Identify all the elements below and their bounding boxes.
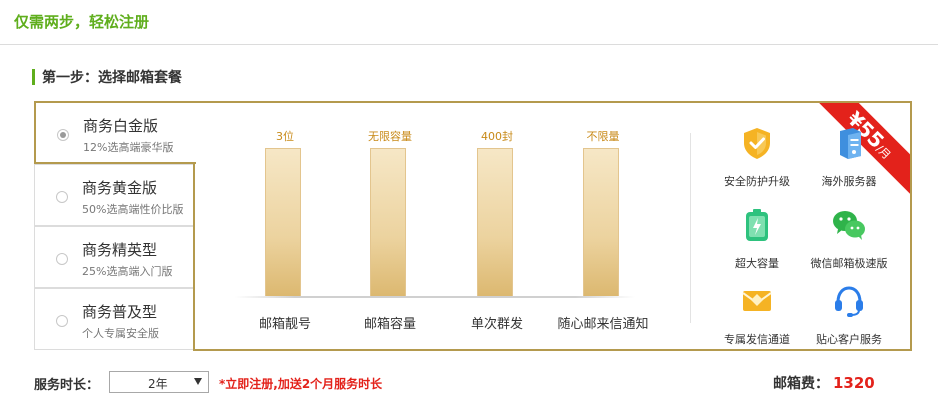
bar	[477, 148, 513, 296]
step1-heading: 第一步：选择邮箱套餐	[32, 68, 182, 86]
plan-list: 商务白金版 12%选高端豪华版 商务黄金版 50%选高端性价比版 商务精英型 2…	[34, 101, 196, 351]
chart-column: 3位 邮箱靓号	[245, 103, 325, 349]
plan-option-gold[interactable]: 商务黄金版 50%选高端性价比版	[34, 164, 194, 226]
feature-capacity: 超大容量	[707, 207, 807, 271]
bar-value-label: 3位	[276, 130, 294, 143]
battery-icon	[746, 209, 768, 241]
plan-desc: 50%选高端性价比版	[82, 203, 184, 216]
page-title: 仅需两步，轻松注册	[14, 13, 150, 31]
bar-category-label: 随心邮来信通知	[557, 317, 649, 332]
chart-column: 无限容量 邮箱容量	[350, 103, 430, 349]
bar-value-label: 无限容量	[368, 130, 412, 143]
server-icon	[840, 128, 861, 159]
feature-label: 海外服务器	[821, 175, 877, 188]
feature-mail-channel: 专属发信通道	[707, 283, 807, 347]
bar-category-label: 邮箱容量	[363, 317, 416, 332]
promo-text: *立即注册,加送2个月服务时长	[219, 377, 383, 391]
service-duration-select[interactable]: 2年	[109, 371, 209, 393]
plan-option-elite[interactable]: 商务精英型 25%选高端入门版	[34, 226, 194, 288]
feature-label: 专属发信通道	[724, 333, 790, 346]
bar-value-label: 400封	[481, 130, 513, 143]
fee-amount: 1320	[833, 374, 875, 392]
feature-chart: 3位 邮箱靓号 无限容量 邮箱容量 400封 单次群发 不限量 随心邮来信通知	[235, 103, 655, 349]
feature-security: 安全防护升级	[707, 125, 807, 189]
plan-option-platinum[interactable]: 商务白金版 12%选高端豪华版	[34, 101, 196, 164]
plan-radio[interactable]	[56, 191, 68, 203]
bar-value-label: 不限量	[586, 130, 620, 143]
bar-category-label: 邮箱靓号	[258, 317, 311, 332]
plan-radio[interactable]	[56, 315, 68, 327]
plan-name: 商务白金版	[83, 117, 159, 135]
shield-icon	[744, 128, 770, 159]
plan-radio[interactable]	[56, 253, 68, 265]
plan-option-basic[interactable]: 商务普及型 个人专属安全版	[34, 288, 194, 350]
bar	[265, 148, 301, 296]
feature-label: 超大容量	[735, 257, 779, 270]
bar	[370, 148, 406, 296]
bar	[583, 148, 619, 296]
plan-desc: 个人专属安全版	[82, 327, 159, 340]
feature-overseas-server: 海外服务器	[799, 125, 899, 189]
plan-desc: 25%选高端入门版	[82, 265, 173, 278]
headset-icon	[835, 286, 863, 317]
feature-label: 微信邮箱极速版	[810, 257, 888, 270]
mail-channel-icon	[742, 291, 772, 311]
step1-title: 第一步：选择邮箱套餐	[42, 70, 182, 86]
plan-name: 商务黄金版	[82, 179, 158, 197]
divider	[690, 133, 691, 323]
plan-name: 商务普及型	[82, 303, 158, 321]
feature-wechat: 微信邮箱极速版	[799, 207, 899, 271]
step-marker	[32, 69, 35, 85]
plan-desc: 12%选高端豪华版	[83, 141, 174, 154]
service-duration-label: 服务时长：	[34, 378, 100, 393]
feature-label: 贴心客户服务	[816, 333, 882, 346]
plan-name: 商务精英型	[82, 241, 158, 259]
bar-category-label: 单次群发	[470, 317, 523, 332]
header-bar: 仅需两步，轻松注册	[0, 0, 938, 45]
feature-label: 安全防护升级	[724, 175, 790, 188]
chart-column: 400封 单次群发	[457, 103, 537, 349]
plan-radio[interactable]	[57, 129, 69, 141]
select-value: 2年	[148, 377, 168, 391]
fee-label: 邮箱费：	[773, 376, 829, 392]
feature-customer-service: 贴心客户服务	[799, 283, 899, 347]
chart-column: 不限量 随心邮来信通知	[557, 103, 648, 349]
service-duration-row: 服务时长：	[34, 374, 99, 393]
chevron-down-icon	[194, 378, 202, 385]
plan-detail-panel: ¥55/月 3位 邮箱靓号 无限容量 邮箱容量 400封 单次群发 不限量 随心…	[193, 101, 912, 351]
wechat-icon	[833, 211, 865, 240]
mailbox-fee: 邮箱费： 1320	[773, 373, 875, 393]
